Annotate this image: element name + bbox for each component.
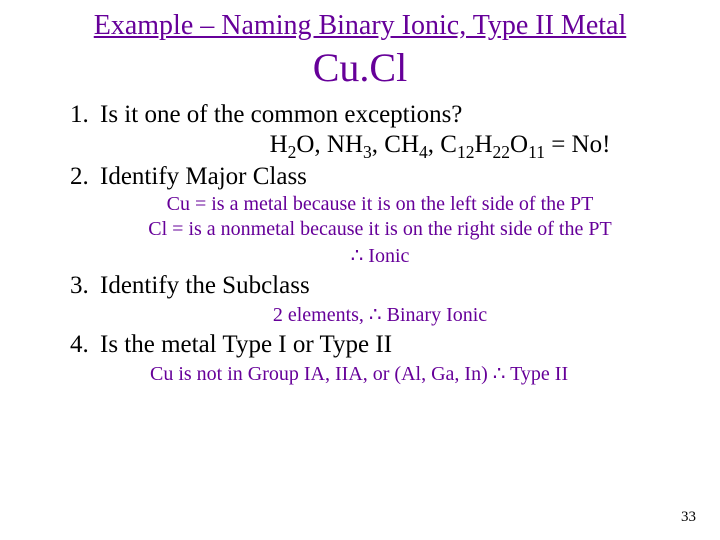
subscript: 12 [457, 142, 475, 162]
detail-line: Cl = is a nonmetal because it is on the … [70, 218, 690, 241]
compound-formula: Cu.Cl [30, 44, 690, 91]
subscript: 3 [363, 142, 372, 162]
text: , CH [372, 131, 419, 158]
item-number: 2. [70, 163, 100, 191]
list-item: 1. Is it one of the common exceptions? [70, 101, 690, 129]
item-number: 1. [70, 101, 100, 129]
list-item: 2. Identify Major Class [70, 163, 690, 191]
exceptions-line: H2O, NH3, CH4, C12H22O11 = No! [190, 131, 690, 159]
list-item: 3. Identify the Subclass [70, 272, 690, 300]
text: , C [428, 131, 457, 158]
item-text: Identify Major Class [100, 163, 690, 191]
subscript: 22 [493, 142, 511, 162]
slide-container: Example – Naming Binary Ionic, Type II M… [0, 0, 720, 386]
detail-line: 2 elements, ∴ Binary Ionic [70, 302, 690, 327]
text: O, NH [296, 131, 363, 158]
item-text: Is the metal Type I or Type II [100, 331, 690, 359]
item-text: Identify the Subclass [100, 272, 690, 300]
page-number: 33 [681, 509, 696, 526]
item-number: 3. [70, 272, 100, 300]
numbered-list: 1. Is it one of the common exceptions? H… [30, 101, 690, 386]
subscript: 11 [528, 142, 545, 162]
item-text: Is it one of the common exceptions? [100, 101, 690, 129]
subscript: 4 [419, 142, 428, 162]
text: H [474, 131, 492, 158]
detail-line: Cu = is a metal because it is on the lef… [70, 193, 690, 216]
slide-title: Example – Naming Binary Ionic, Type II M… [30, 10, 690, 42]
text: = No! [545, 131, 610, 158]
text: O [510, 131, 528, 158]
detail-line: ∴ Ionic [70, 243, 690, 268]
text: H [270, 131, 288, 158]
item-number: 4. [70, 331, 100, 359]
detail-line: Cu is not in Group IA, IIA, or (Al, Ga, … [150, 361, 690, 386]
list-item: 4. Is the metal Type I or Type II [70, 331, 690, 359]
